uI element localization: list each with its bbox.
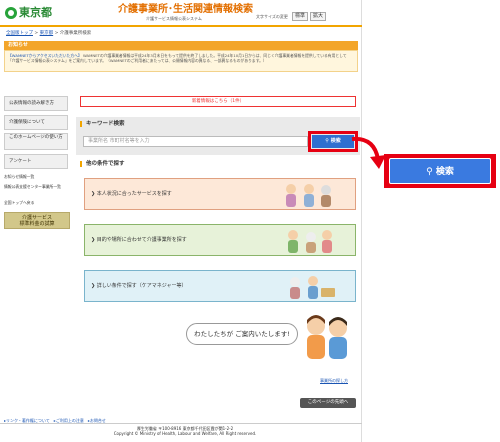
people-illustration-icon: [286, 184, 331, 207]
sidebar-item-howto[interactable]: このホームページの使い方: [4, 133, 68, 150]
enlarged-search-button[interactable]: ⚲ 検索: [389, 158, 491, 184]
breadcrumb-pref-link[interactable]: 東京都: [40, 31, 54, 36]
sidebar-item-insurance[interactable]: 介護保険について: [4, 115, 68, 130]
sidebar-sub-centers[interactable]: 情報公表支援センター事業所一覧: [4, 184, 68, 189]
font-standard-button[interactable]: 標準: [292, 12, 308, 21]
search-by-person-card[interactable]: ❯ 本人状況に合ったサービスを探す: [84, 178, 356, 210]
card-label: ❯ 詳しい条件で探す（ケアマネジャー等）: [91, 283, 187, 290]
section-marker: [80, 121, 82, 127]
sidebar-sub-top[interactable]: 全国トップへ戻る: [4, 200, 68, 205]
sidebar-sub-news[interactable]: お知らせ情報一覧: [4, 174, 68, 179]
keyword-search-input[interactable]: 事業所名 市町村名等を入力: [83, 136, 308, 147]
sidebar-item-label: 介護保険について: [9, 120, 45, 125]
enlarged-search-label: 検索: [435, 167, 454, 177]
people-illustration-icon: [288, 230, 332, 253]
footer-copyright: Copyright © Ministry of Health, Labour a…: [113, 431, 257, 436]
search-detailed-card[interactable]: ❯ 詳しい条件で探す（ケアマネジャー等）: [84, 270, 356, 302]
card-label-text: 目的や場所に合わせて介護事業所を探す: [96, 237, 187, 243]
keyword-search-title: キーワード検索: [86, 121, 125, 127]
notice-title: お知らせ: [8, 42, 28, 48]
fee-calc-banner[interactable]: 介護サービス 標準料金の試算: [4, 212, 70, 229]
font-size-label: 文字サイズの変更: [256, 14, 288, 19]
condition-search-title: 他の条件で探す: [86, 161, 125, 167]
notice-text: 【WAMNETからアクセスいただいた方へ】 WAMNETの介護事業者情報は平成2…: [8, 53, 353, 63]
notice-header: [4, 41, 358, 50]
font-large-button[interactable]: 拡大: [310, 12, 326, 21]
search-icon: ⚲: [426, 167, 436, 177]
card-label: ❯ 本人状況に合ったサービスを探す: [91, 191, 172, 198]
card-label-text: 詳しい条件で探す（ケアマネジャー等）: [96, 283, 187, 289]
guide-speech-bubble: わたしたちが ご案内いたします!: [186, 323, 298, 345]
breadcrumb-current: 介護事業所検索: [59, 31, 92, 36]
header-divider: [0, 25, 362, 27]
site-title: 介護事業所･生活関連情報検索: [118, 4, 253, 15]
sidebar-item-label: アンケート: [9, 159, 32, 164]
logo-text[interactable]: 東京都: [19, 6, 52, 20]
sidebar-item-guide[interactable]: 公表情報の読み解き方: [4, 96, 68, 111]
breadcrumb-home-link[interactable]: 全国版トップ: [6, 31, 33, 36]
footer-org: 厚生労働省 〒100-8916 東京都千代田区霞が関1-2-2 Copyrigh…: [110, 426, 260, 436]
new-info-link[interactable]: 新着情報はこちら（1件）: [80, 96, 356, 107]
help-link[interactable]: 事業所の探し方: [320, 378, 348, 384]
site-subtitle: 介護サービス情報公表システム: [146, 16, 202, 21]
sidebar-item-label: このホームページの使い方: [9, 135, 63, 140]
search-by-purpose-card[interactable]: ❯ 目的や場所に合わせて介護事業所を探す: [84, 224, 356, 256]
sidebar-item-survey[interactable]: アンケート: [4, 154, 68, 169]
banner-line-2: 標準料金の試算: [19, 221, 55, 227]
staff-illustration-icon: [307, 315, 347, 359]
section-marker: [80, 161, 82, 167]
card-label: ❯ 目的や場所に合わせて介護事業所を探す: [91, 237, 187, 244]
sidebar-item-label: 公表情報の読み解き方: [9, 101, 54, 106]
breadcrumb: 全国版トップ > 東京都 > 介護事業所検索: [6, 31, 92, 36]
tokyo-logo-icon[interactable]: [5, 7, 17, 19]
footer-divider: [0, 423, 362, 424]
page-top-button[interactable]: このページの先頭へ: [300, 398, 356, 408]
people-illustration-icon: [290, 276, 335, 299]
search-button-label: 検索: [330, 138, 341, 144]
card-label-text: 本人状況に合ったサービスを探す: [96, 191, 172, 197]
